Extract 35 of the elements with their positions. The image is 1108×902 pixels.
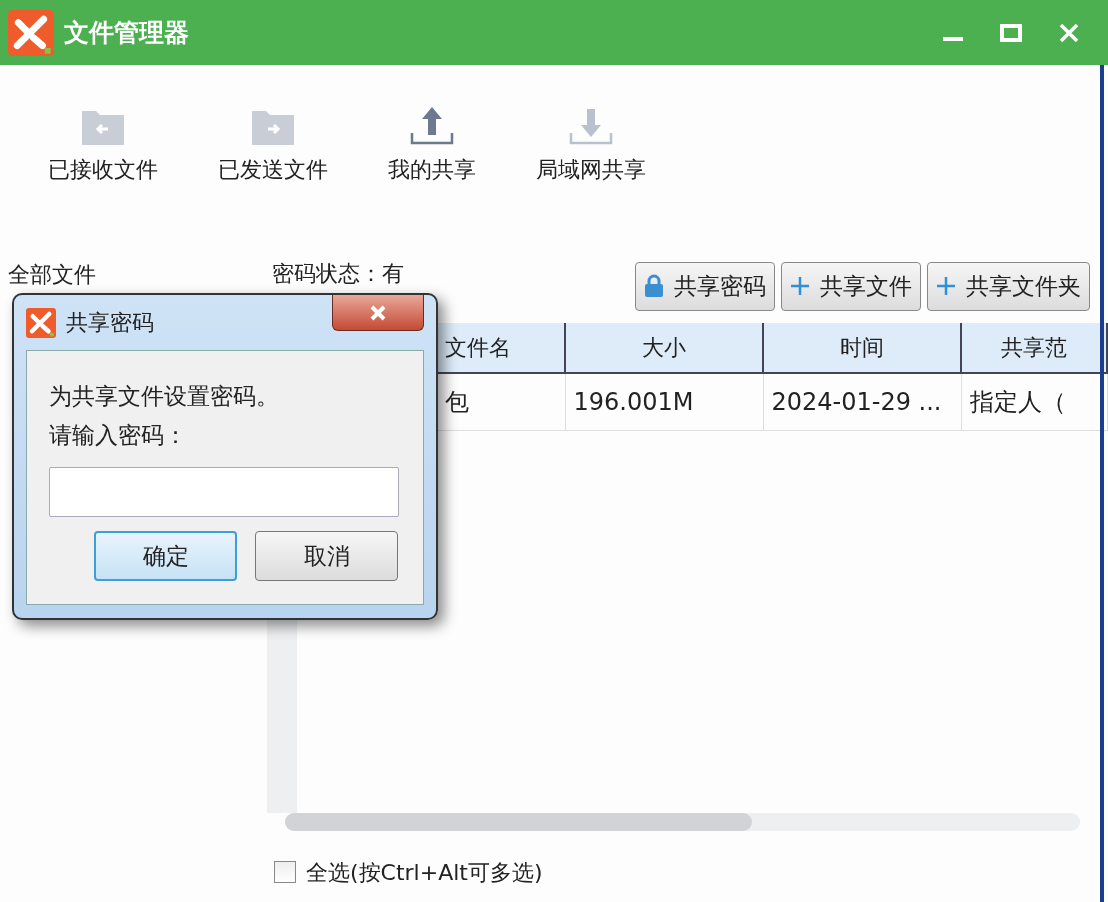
table-cell: 2024-01-29 ...	[763, 372, 961, 431]
maximize-icon[interactable]	[1000, 21, 1022, 44]
table-cell: 196.001M	[565, 372, 763, 431]
sidebar-heading: 全部文件	[8, 262, 96, 287]
action-button[interactable]: 共享文件	[781, 262, 921, 311]
action-button[interactable]: 共享密码	[635, 262, 775, 311]
password-status: 密码状态：有	[272, 262, 404, 287]
plus-icon	[790, 276, 810, 297]
toolbar-button[interactable]: 已接收文件	[48, 105, 158, 240]
dialog-button[interactable]: 取消	[255, 531, 398, 581]
column-header[interactable]: 大小	[565, 322, 763, 373]
checkbox-label: 全选(按Ctrl+Alt可多选)	[306, 858, 543, 887]
app-logo-icon	[26, 307, 56, 338]
horizontal-scrollbar[interactable]	[285, 812, 1080, 831]
plus-icon	[936, 276, 956, 297]
checkbox[interactable]	[274, 861, 296, 883]
password-field[interactable]	[49, 467, 399, 517]
dialog-message: 为共享文件设置密码。	[49, 382, 280, 411]
close-icon[interactable]	[1058, 21, 1080, 44]
lock-icon	[644, 274, 664, 299]
upload-icon	[409, 105, 455, 147]
dialog-title: 共享密码	[66, 309, 154, 337]
toolbar-button[interactable]: 局域网共享	[536, 105, 646, 240]
column-header[interactable]: 共享范	[961, 322, 1107, 373]
action-button[interactable]: 共享文件夹	[927, 262, 1090, 311]
column-header[interactable]: 时间	[763, 322, 961, 373]
dialog-button[interactable]: 确定	[94, 531, 237, 581]
window-title: 文件管理器	[64, 16, 189, 49]
toolbar-button[interactable]: 已发送文件	[218, 105, 328, 240]
scrollbar-thumb[interactable]	[285, 812, 752, 831]
password-prompt: 请输入密码：	[49, 421, 188, 450]
app-logo-icon	[8, 9, 54, 56]
toolbar-button[interactable]: 我的共享	[388, 105, 476, 240]
close-icon	[369, 304, 387, 321]
dialog-close-button[interactable]	[332, 295, 424, 331]
